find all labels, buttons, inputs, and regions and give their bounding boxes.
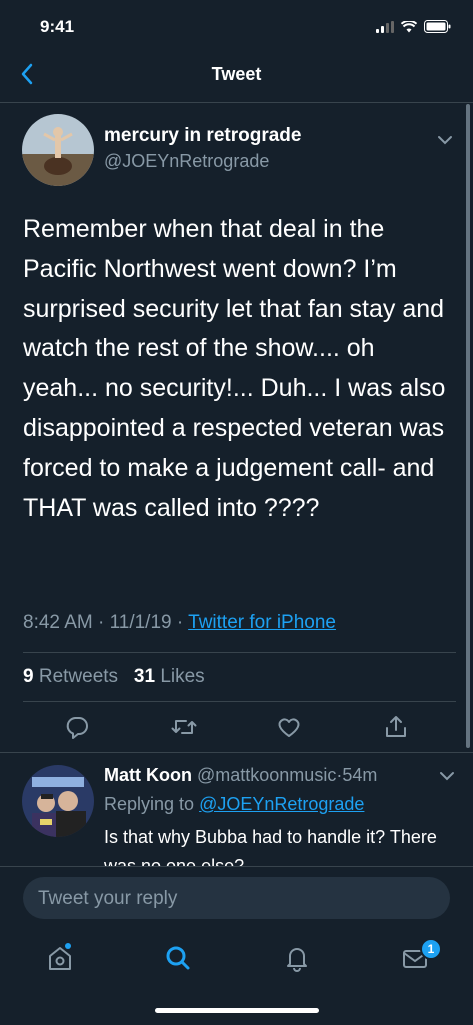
scrollbar[interactable] (466, 104, 470, 748)
reply-time: 54m (342, 765, 378, 785)
author-avatar[interactable] (22, 114, 94, 186)
meta-separator: · (176, 612, 184, 633)
retweets-stat[interactable]: 9 Retweets (23, 666, 118, 687)
tweet-source-link[interactable]: Twitter for iPhone (188, 612, 336, 633)
signal-icon (376, 20, 394, 33)
replying-to-handle[interactable]: @JOEYnRetrograde (199, 794, 364, 814)
like-icon[interactable] (275, 713, 303, 741)
likes-stat[interactable]: 31 Likes (134, 666, 205, 687)
author-handle[interactable]: @JOEYnRetrograde (104, 151, 269, 172)
meta-separator: · (98, 612, 105, 633)
replying-to: Replying to @JOEYnRetrograde (104, 794, 364, 815)
reply-avatar[interactable] (22, 765, 94, 837)
reply-author-name[interactable]: Matt Koon (104, 765, 192, 785)
tweet-text: Remember when that deal in the Pacific N… (23, 215, 446, 522)
tweet-meta: 8:42 AM · 11/1/19 · Twitter for iPhone (23, 612, 336, 634)
page-title: Tweet (211, 64, 262, 84)
status-icons (376, 20, 451, 33)
messages-badge: 1 (420, 938, 442, 960)
share-icon[interactable] (382, 713, 410, 741)
wifi-icon (401, 20, 417, 32)
author-name[interactable]: mercury in retrograde (104, 125, 301, 147)
section-divider (0, 752, 473, 753)
battery-icon (424, 20, 451, 33)
retweets-label: Retweets (38, 666, 119, 687)
reply-icon[interactable] (63, 713, 91, 741)
home-indicator (155, 1008, 319, 1013)
tweet-stats: 9 Retweets 31 Likes (23, 666, 205, 688)
nav-bar: Tweet (0, 50, 473, 103)
search-icon[interactable] (164, 943, 192, 973)
chevron-down-icon[interactable] (436, 133, 454, 147)
reply-header: Matt Koon @mattkoonmusic·54m (104, 765, 377, 786)
tweet-time: 8:42 AM (23, 612, 93, 633)
tweet-date: 11/1/19 (109, 612, 172, 633)
status-time: 9:41 (40, 17, 75, 36)
retweets-count: 9 (23, 666, 34, 687)
likes-count: 31 (133, 666, 156, 687)
notifications-icon[interactable] (283, 943, 311, 973)
reply-author-handle[interactable]: @mattkoonmusic (197, 765, 336, 785)
replying-prefix: Replying to (104, 794, 195, 814)
retweet-icon[interactable] (170, 713, 198, 741)
chevron-down-icon[interactable] (438, 769, 456, 783)
reply-text: Is that why Bubba had to handle it? Ther… (104, 827, 437, 866)
likes-label: Likes (160, 666, 205, 687)
reply-compose-placeholder: Tweet your reply (38, 888, 178, 909)
divider (23, 652, 456, 653)
divider (23, 701, 456, 702)
home-icon[interactable] (46, 943, 74, 973)
